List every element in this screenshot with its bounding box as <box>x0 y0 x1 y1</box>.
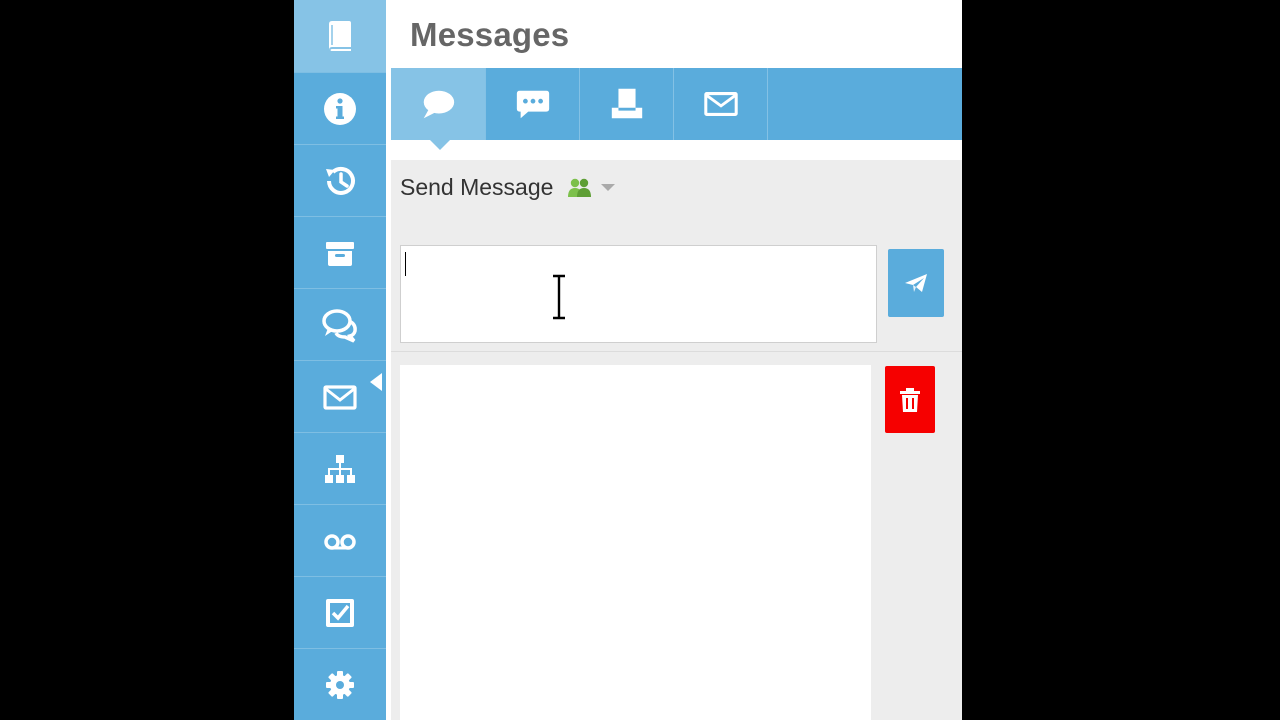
info-icon <box>324 92 356 125</box>
chat-bubble-icon <box>423 90 455 119</box>
sidebar-item-mail[interactable] <box>294 360 386 432</box>
delete-button[interactable] <box>885 366 935 433</box>
sidebar-item-conversations[interactable] <box>294 288 386 360</box>
sidebar-item-settings[interactable] <box>294 648 386 720</box>
paper-plane-icon <box>905 274 927 292</box>
sidebar <box>294 0 386 720</box>
voicemail-icon <box>324 533 356 550</box>
send-message-header: Send Message <box>400 174 616 201</box>
message-type-tabs <box>391 68 962 140</box>
ibeam-cursor-icon <box>553 274 565 320</box>
fax-icon <box>611 88 642 119</box>
envelope-icon <box>323 384 357 410</box>
panel-header: Messages <box>391 0 962 68</box>
sidebar-item-voicemail[interactable] <box>294 504 386 576</box>
message-list[interactable] <box>400 365 871 720</box>
tab-strip <box>391 140 962 160</box>
sidebar-item-tasks[interactable] <box>294 576 386 648</box>
recipient-dropdown-caret-icon[interactable] <box>601 184 616 191</box>
tab-selection-pointer <box>430 140 450 150</box>
sidebar-item-history[interactable] <box>294 144 386 216</box>
chat-bubbles-icon <box>322 308 357 343</box>
sidebar-selection-pointer <box>370 373 382 391</box>
history-icon <box>326 166 355 195</box>
checkbox-icon <box>326 598 354 627</box>
tab-divider <box>767 68 768 140</box>
tab-sms[interactable] <box>485 68 579 140</box>
sidebar-item-info[interactable] <box>294 72 386 144</box>
tab-fax[interactable] <box>579 68 673 140</box>
group-icon[interactable] <box>567 177 593 199</box>
tab-email[interactable] <box>673 68 767 140</box>
sms-icon <box>516 90 549 119</box>
trash-icon <box>900 387 920 412</box>
tab-chat[interactable] <box>391 68 485 140</box>
page-title: Messages <box>410 16 570 53</box>
archive-icon <box>326 241 354 266</box>
org-chart-icon <box>325 454 355 483</box>
divider <box>391 351 962 352</box>
sidebar-item-org-chart[interactable] <box>294 432 386 504</box>
sidebar-item-archive[interactable] <box>294 216 386 288</box>
gear-icon <box>326 670 354 699</box>
message-input[interactable] <box>401 246 876 342</box>
sidebar-item-book[interactable] <box>294 0 386 72</box>
text-cursor <box>405 252 406 276</box>
send-button[interactable] <box>888 249 944 317</box>
messages-panel: Messages Send Message <box>391 0 962 720</box>
messages-window: Messages Send Message <box>294 0 962 720</box>
send-message-label: Send Message <box>400 174 554 200</box>
envelope-icon <box>703 92 738 116</box>
book-icon <box>329 21 351 51</box>
message-composer[interactable] <box>400 245 877 343</box>
